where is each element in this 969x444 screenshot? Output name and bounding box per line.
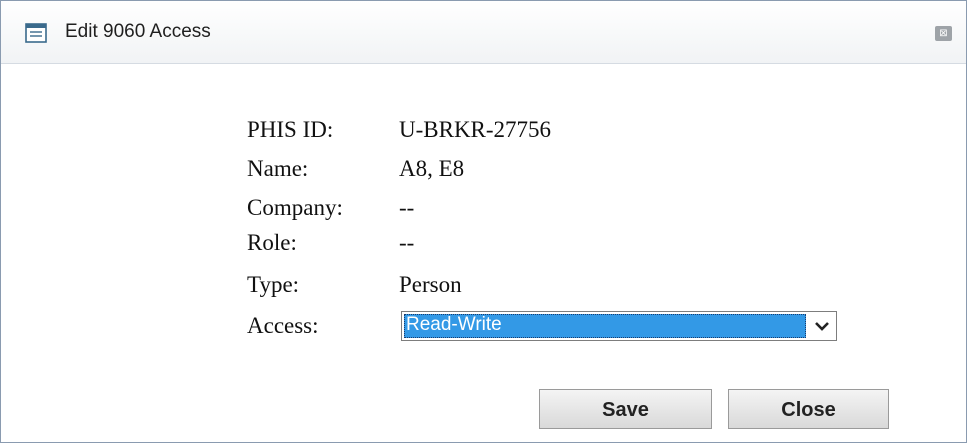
field-label: Company: xyxy=(247,195,343,220)
window-icon xyxy=(25,23,47,43)
field-value: A8, E8 xyxy=(399,156,465,181)
field-row-role: Role: -- xyxy=(247,230,867,264)
dialog-titlebar[interactable]: Edit 9060 Access ⊠ xyxy=(1,1,966,64)
field-value: -- xyxy=(399,195,415,220)
field-value: -- xyxy=(399,230,415,255)
field-label: PHIS ID: xyxy=(247,117,334,142)
access-select[interactable]: Read-Write xyxy=(401,311,837,341)
chevron-down-icon[interactable] xyxy=(808,312,836,340)
edit-access-dialog: Edit 9060 Access ⊠ PHIS ID: U-BRKR-27756… xyxy=(0,0,967,443)
field-value: Person xyxy=(399,272,462,297)
dialog-title: Edit 9060 Access xyxy=(65,21,211,42)
field-label: Name: xyxy=(247,156,309,181)
close-button[interactable]: Close xyxy=(728,389,889,429)
field-row-access: Access: Read-Write xyxy=(247,311,867,347)
access-selected-value: Read-Write xyxy=(406,314,502,335)
field-label: Role: xyxy=(247,230,297,255)
field-row-name: Name: A8, E8 xyxy=(247,156,867,190)
field-row-phis-id: PHIS ID: U-BRKR-27756 xyxy=(247,117,867,151)
save-button[interactable]: Save xyxy=(539,389,712,429)
field-value: U-BRKR-27756 xyxy=(399,117,552,142)
field-row-company: Company: -- xyxy=(247,195,867,229)
field-row-type: Type: Person xyxy=(247,272,867,306)
field-label: Access: xyxy=(247,313,319,338)
close-icon[interactable]: ⊠ xyxy=(935,26,952,41)
field-label: Type: xyxy=(247,272,300,297)
